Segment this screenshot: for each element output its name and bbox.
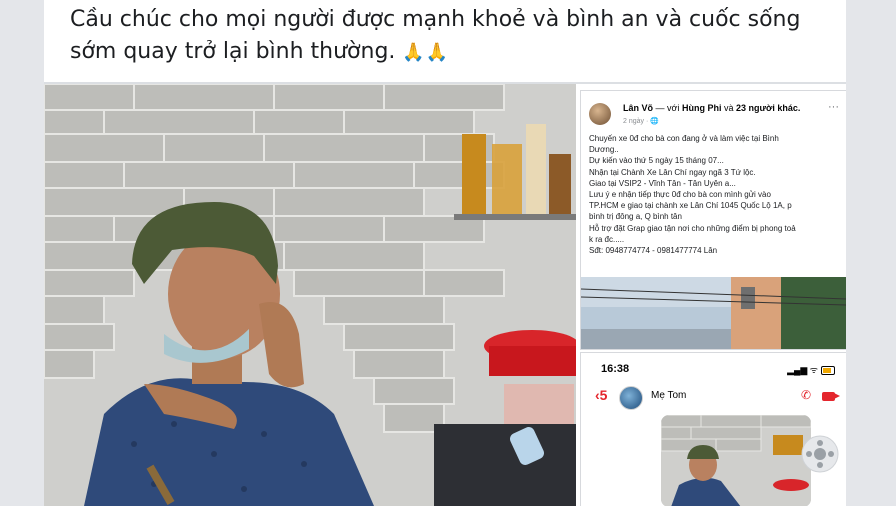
- main-photo-image: [44, 84, 576, 506]
- fb-post-time: 2 ngày · 🌐: [623, 118, 659, 125]
- fb-body-line: k ra đc.....: [589, 234, 625, 244]
- fb-others: 23 người khác.: [736, 103, 801, 113]
- contact-name: Mẹ Tom: [651, 390, 687, 401]
- post-card: Cầu chúc cho mọi người được mạnh khoẻ và…: [44, 0, 846, 506]
- caption-line-2: sớm quay trở lại bình thường.: [70, 39, 396, 64]
- fb-body-line: Sđt: 0948774774 - 0981477774 Lân: [589, 246, 718, 256]
- fb-author-name: Lân Võ: [623, 103, 654, 113]
- fb-post-body: Chuyến xe 0đ cho bà con đang ở và làm vi…: [589, 133, 843, 256]
- fb-body-line: TP.HCM e giao tại chành xe Lân Chí 1045 …: [589, 201, 792, 211]
- fb-body-line: Giao tại VSIP2 - Vĩnh Tân - Tân Uyên a..…: [589, 178, 736, 188]
- fb-body-line: Nhận tại Chành Xe Lân Chí ngay ngã 3 Tứ …: [589, 167, 756, 177]
- fb-and-text: và: [723, 103, 734, 113]
- fb-body-line: Hỗ trợ đặt Grap giao tận nơi cho những đ…: [589, 223, 796, 233]
- avatar: [589, 103, 611, 125]
- pray-emoji: 🙏🙏: [402, 42, 450, 63]
- chat-header: ‹5 Mẹ Tom ✆: [581, 383, 846, 413]
- status-time: 16:38: [601, 363, 630, 375]
- fb-post-header: Lân Võ — với Hùng Phi và 23 người khác. …: [587, 99, 841, 129]
- messenger-screenshot[interactable]: 16:38 ▂▄▆ ᯤ ‹5 Mẹ Tom ✆: [580, 352, 846, 506]
- fb-body-line: Chuyến xe 0đ cho bà con đang ở và làm vi…: [589, 134, 779, 143]
- post-caption: Cầu chúc cho mọi người được mạnh khoẻ và…: [70, 4, 830, 69]
- caption-line-1: Cầu chúc cho mọi người được mạnh khoẻ và…: [70, 7, 801, 32]
- fb-author-line: Lân Võ — với Hùng Phi và 23 người khác.: [623, 103, 800, 113]
- video-call-icon[interactable]: [822, 392, 840, 401]
- phone-call-icon[interactable]: ✆: [801, 388, 811, 402]
- status-icons: ▂▄▆ ᯤ: [787, 363, 835, 376]
- fb-body-line: Dự kiến vào thứ 5 ngày 15 tháng 07...: [589, 156, 724, 166]
- contact-avatar: [619, 386, 643, 410]
- fb-body-line: Lưu ý e nhận tiếp thực 0đ cho bà con mìn…: [589, 190, 771, 200]
- fb-post-photo: [581, 277, 846, 349]
- battery-icon: [821, 366, 835, 376]
- main-photo[interactable]: [44, 84, 576, 506]
- more-options-icon: ···: [828, 101, 839, 113]
- fb-tagged-name: Hùng Phi: [681, 103, 722, 113]
- fb-body-line: Dương..: [589, 145, 619, 155]
- floating-action-icon[interactable]: [800, 434, 840, 474]
- fb-with-text: — với: [655, 103, 680, 113]
- back-icon[interactable]: ‹5: [595, 387, 607, 403]
- signal-wifi-icon: ▂▄▆ ᯤ: [787, 365, 818, 375]
- facebook-post-screenshot[interactable]: Lân Võ — với Hùng Phi và 23 người khác. …: [580, 90, 846, 350]
- fb-body-line: bình trị đông a, Q bình tân: [589, 212, 682, 222]
- chat-image[interactable]: [661, 415, 811, 506]
